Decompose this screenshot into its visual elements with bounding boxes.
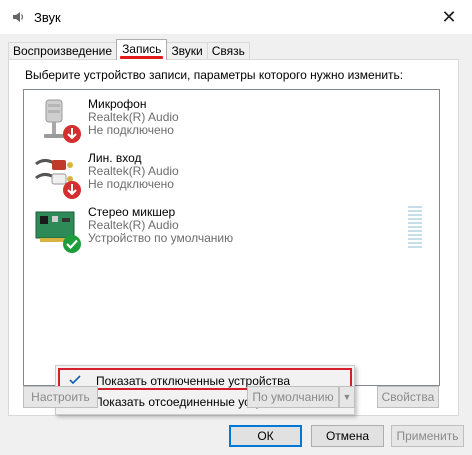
tab-label: Воспроизведение — [13, 44, 113, 58]
level-meter — [408, 206, 422, 250]
sound-card-icon — [35, 211, 81, 253]
device-status: Не подключено — [88, 177, 174, 191]
device-info: Лин. вход Realtek(R) Audio Не подключено — [88, 152, 179, 191]
apply-button[interactable]: Применить — [391, 425, 464, 447]
chevron-down-icon: ▼ — [342, 392, 352, 402]
tab-recording[interactable]: Запись — [116, 39, 168, 60]
microphone-icon — [44, 99, 81, 143]
device-item-microphone[interactable]: Микрофон Realtek(R) Audio Не подключено — [28, 96, 428, 150]
cancel-button[interactable]: Отмена — [311, 425, 384, 447]
tab-label: Звуки — [171, 44, 203, 58]
recording-panel: Выберите устройство записи, параметры ко… — [8, 59, 459, 416]
line-in-jack-icon — [35, 159, 81, 199]
device-status: Устройство по умолчанию — [88, 231, 234, 245]
tab-playback[interactable]: Воспроизведение — [8, 42, 118, 60]
properties-button[interactable]: Свойства — [377, 386, 439, 408]
device-info: Микрофон Realtek(R) Audio Не подключено — [88, 98, 179, 137]
window-title: Звук — [34, 9, 61, 25]
speaker-app-icon — [13, 12, 24, 22]
device-item-line-in[interactable]: Лин. вход Realtek(R) Audio Не подключено — [28, 150, 428, 204]
close-button[interactable]: ✕ — [426, 0, 472, 34]
checkmark-icon — [69, 375, 81, 385]
close-icon: ✕ — [441, 6, 457, 27]
tab-sounds[interactable]: Звуки — [166, 42, 208, 60]
title-bar: Звук ✕ — [0, 0, 472, 34]
device-info: Стерео микшер Realtek(R) Audio Устройств… — [88, 206, 233, 245]
instruction-text: Выберите устройство записи, параметры ко… — [25, 68, 404, 82]
disconnected-badge-icon — [63, 125, 81, 143]
configure-button[interactable]: Настроить — [23, 386, 98, 408]
set-default-button[interactable]: По умолчанию — [247, 386, 339, 408]
tab-label: Запись — [122, 42, 162, 56]
set-default-dropdown-arrow[interactable]: ▼ — [339, 386, 355, 408]
tab-highlight-underline — [120, 56, 164, 59]
device-status: Не подключено — [88, 123, 174, 137]
default-check-icon — [63, 235, 81, 253]
disconnected-badge-icon — [63, 181, 81, 199]
tab-label: Связь — [211, 44, 245, 58]
ok-button[interactable]: ОК — [229, 425, 302, 447]
device-list[interactable]: Микрофон Realtek(R) Audio Не подключено — [23, 89, 440, 386]
tab-strip: Воспроизведение Запись Звуки Связь — [8, 39, 250, 60]
tab-communications[interactable]: Связь — [206, 42, 250, 60]
device-item-stereo-mixer[interactable]: Стерео микшер Realtek(R) Audio Устройств… — [28, 204, 428, 258]
